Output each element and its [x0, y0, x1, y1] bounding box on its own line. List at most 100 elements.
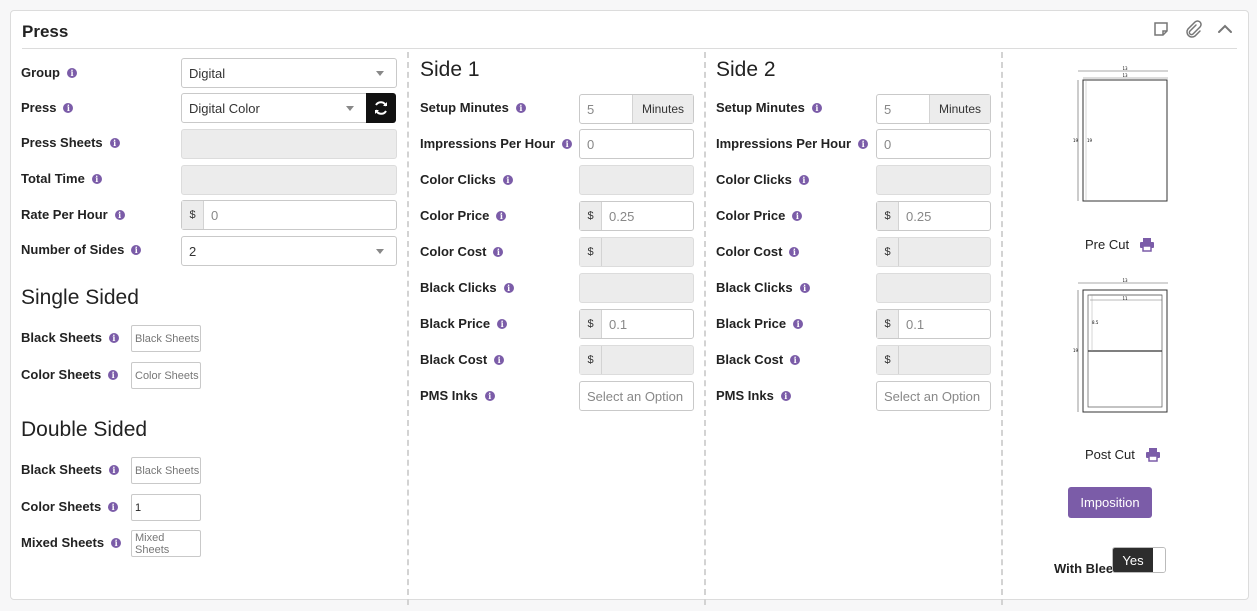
info-icon[interactable]: i [131, 244, 142, 255]
side1-setup-minutes-input[interactable]: 5 Minutes [579, 94, 694, 124]
info-icon[interactable]: i [811, 102, 822, 113]
side2-black-price-input[interactable]: $0.1 [876, 309, 991, 339]
paperclip-icon[interactable] [1184, 20, 1202, 38]
refresh-button[interactable] [366, 93, 396, 123]
info-icon[interactable]: i [562, 138, 573, 149]
info-icon[interactable]: i [515, 102, 526, 113]
double-sided-heading: Double Sided [21, 418, 148, 441]
rate-per-hour-input[interactable]: $0 [181, 200, 397, 230]
side1-pms-inks-select[interactable]: Select an Option [579, 381, 694, 411]
side2-setup-minutes-label: Setup Minutes i [716, 100, 822, 115]
total-time-field [181, 165, 397, 195]
side2-color-clicks-label: Color Clicks i [716, 172, 809, 187]
info-icon[interactable]: i [493, 246, 504, 257]
with-bleed-toggle-off [1153, 548, 1165, 572]
single-black-sheets-input[interactable]: Black Sheets [131, 325, 201, 352]
side2-heading: Side 2 [716, 58, 776, 81]
info-icon[interactable]: i [789, 246, 800, 257]
info-icon[interactable]: i [91, 173, 102, 184]
side1-black-cost-field: $ [579, 345, 694, 375]
info-icon[interactable]: i [108, 369, 119, 380]
info-icon[interactable]: i [799, 282, 810, 293]
group-label: Group i [21, 65, 77, 80]
pre-cut-caption: Pre Cut [1085, 237, 1155, 252]
rate-per-hour-label: Rate Per Hour i [21, 207, 125, 222]
info-icon[interactable]: i [790, 354, 801, 365]
chevron-up-icon[interactable] [1216, 20, 1234, 38]
chevron-down-icon [376, 248, 384, 254]
group-select[interactable]: Digital [181, 58, 397, 88]
panel-title: Press [22, 22, 69, 41]
printer-icon[interactable] [1139, 237, 1155, 252]
info-icon[interactable]: i [109, 137, 120, 148]
side2-impressions-input[interactable]: 0 [876, 129, 991, 159]
side2-impressions-label: Impressions Per Hour i [716, 136, 869, 151]
post-cut-diagram: 13 11 19 8.5 [1073, 278, 1168, 413]
press-sheets-label: Press Sheets i [21, 135, 120, 150]
side2-pms-inks-select[interactable]: Select an Option [876, 381, 991, 411]
side1-black-clicks-field [579, 273, 694, 303]
info-icon[interactable]: i [494, 354, 505, 365]
single-color-sheets-input[interactable]: Color Sheets [131, 362, 201, 389]
number-of-sides-select[interactable]: 2 [181, 236, 397, 266]
side2-color-price-label: Color Price i [716, 208, 803, 223]
post-cut-height-label: 19 [1073, 348, 1079, 353]
imposition-button[interactable]: Imposition [1068, 487, 1152, 518]
side2-setup-minutes-input[interactable]: 5 Minutes [876, 94, 991, 124]
printer-icon[interactable] [1145, 447, 1161, 462]
side2-color-cost-label: Color Cost i [716, 244, 800, 259]
info-icon[interactable]: i [67, 67, 77, 78]
info-icon[interactable]: i [798, 174, 809, 185]
info-icon[interactable]: i [63, 102, 74, 113]
press-select[interactable]: Digital Color [181, 93, 367, 123]
info-icon[interactable]: i [108, 464, 119, 475]
side2-color-cost-field: $ [876, 237, 991, 267]
header-divider [22, 48, 1237, 49]
with-bleed-toggle[interactable]: Yes [1112, 547, 1166, 573]
note-icon[interactable] [1152, 20, 1170, 38]
side1-heading: Side 1 [420, 58, 480, 81]
info-icon[interactable]: i [484, 390, 495, 401]
press-label: Press i [21, 100, 74, 115]
mixed-sheets-input[interactable]: Mixed Sheets [131, 530, 201, 557]
info-icon[interactable]: i [792, 210, 803, 221]
info-icon[interactable]: i [111, 537, 122, 548]
info-icon[interactable]: i [108, 332, 119, 343]
total-time-label: Total Time i [21, 171, 102, 186]
double-color-sheets-input[interactable]: 1 [131, 494, 201, 521]
side1-black-price-label: Black Price i [420, 316, 508, 331]
side1-color-cost-label: Color Cost i [420, 244, 504, 259]
info-icon[interactable]: i [780, 390, 791, 401]
post-cut-inner-height-label: 8.5 [1092, 320, 1099, 325]
with-bleed-toggle-on: Yes [1113, 548, 1153, 572]
info-icon[interactable]: i [503, 282, 514, 293]
side1-color-clicks-label: Color Clicks i [420, 172, 513, 187]
side2-black-cost-label: Black Cost i [716, 352, 801, 367]
pre-cut-width-label: 13 [1122, 66, 1128, 71]
side1-black-clicks-label: Black Clicks i [420, 280, 514, 295]
side1-impressions-input[interactable]: 0 [579, 129, 694, 159]
pre-cut-inner-height-label: 19 [1087, 138, 1093, 143]
side2-color-price-input[interactable]: $0.25 [876, 201, 991, 231]
info-icon[interactable]: i [114, 209, 125, 220]
column-divider [1001, 52, 1003, 605]
info-icon[interactable]: i [497, 318, 508, 329]
info-icon[interactable]: i [858, 138, 869, 149]
refresh-icon [375, 101, 387, 115]
press-sheets-field [181, 129, 397, 159]
column-divider [704, 52, 706, 605]
side1-black-cost-label: Black Cost i [420, 352, 505, 367]
side2-pms-inks-label: PMS Inks i [716, 388, 791, 403]
info-icon[interactable]: i [793, 318, 804, 329]
pre-cut-height-label: 19 [1073, 138, 1079, 143]
post-cut-width-label: 13 [1122, 278, 1128, 283]
info-icon[interactable]: i [496, 210, 507, 221]
single-color-sheets-label: Color Sheets i [21, 367, 119, 382]
side1-color-price-input[interactable]: $0.25 [579, 201, 694, 231]
side1-black-price-input[interactable]: $0.1 [579, 309, 694, 339]
info-icon[interactable]: i [108, 501, 119, 512]
double-black-sheets-input[interactable]: Black Sheets [131, 457, 201, 484]
post-cut-caption: Post Cut [1085, 447, 1161, 462]
info-icon[interactable]: i [502, 174, 513, 185]
side1-color-price-label: Color Price i [420, 208, 507, 223]
